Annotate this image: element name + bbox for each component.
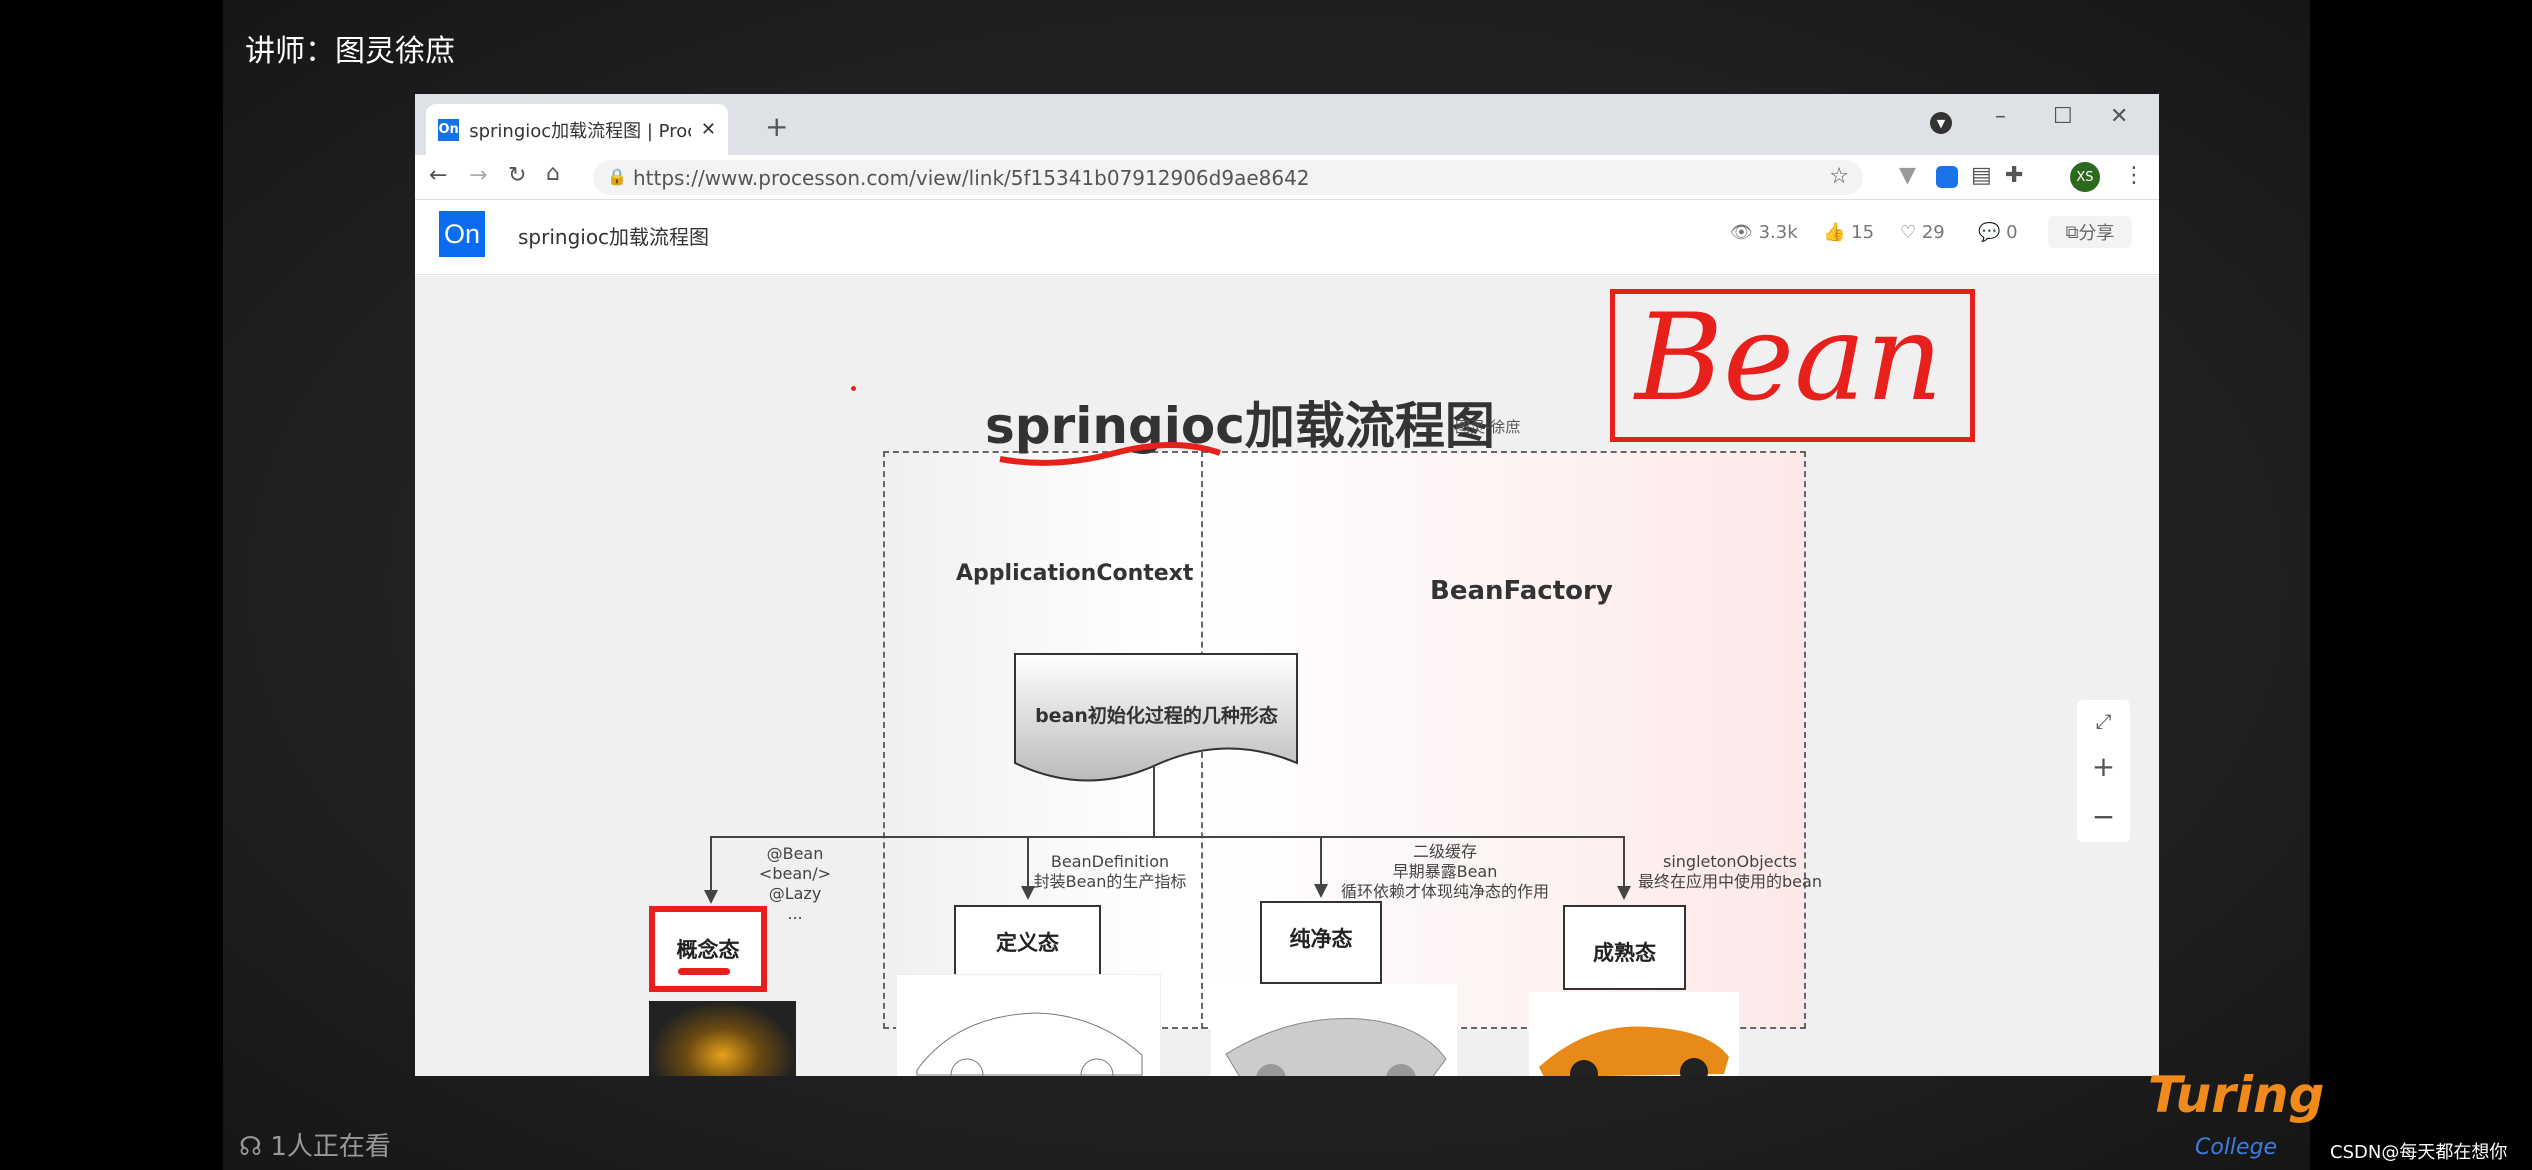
state-label: 纯净态: [1289, 927, 1353, 951]
note-line: 循环依赖才体现纯净态的作用: [1340, 882, 1549, 901]
arrow-icon: [704, 890, 718, 904]
mature-car-image: [1529, 992, 1739, 1076]
tab-bar: On springioc加载流程图 | ProcessOn ✕ + ▼ – ☐ …: [415, 94, 2159, 155]
note-line: 封装Bean的生产指标: [1033, 872, 1187, 891]
state-note-pure: 二级缓存 早期暴露Bean 循环依赖才体现纯净态的作用: [1315, 842, 1575, 902]
favicon: On: [438, 118, 460, 141]
csdn-watermark: CSDN@每天都在想你: [2330, 1142, 2508, 1163]
red-underline-annotation: [678, 968, 730, 975]
close-tab-icon[interactable]: ✕: [701, 119, 716, 140]
turing-logo: Turing: [2148, 1066, 2325, 1124]
browser-window: On springioc加载流程图 | ProcessOn ✕ + ▼ – ☐ …: [415, 94, 2159, 1076]
state-box-concept[interactable]: 概念态: [649, 906, 767, 992]
viewers-text: 1人正在看: [270, 1132, 391, 1162]
car-sketch-drawing: [916, 1012, 1143, 1076]
extension-doc-icon[interactable]: ▤: [1971, 163, 1992, 188]
bookmark-star-icon[interactable]: ☆: [1829, 164, 1849, 189]
address-bar-row: ← → ↻ ⌂ 🔒 https://www.processon.com/view…: [415, 155, 2159, 200]
root-node-label: bean初始化过程的几种形态: [1035, 705, 1278, 727]
url-input[interactable]: 🔒 https://www.processon.com/view/link/5f…: [593, 160, 1863, 195]
processon-logo[interactable]: On: [439, 211, 485, 257]
favorite-button[interactable]: ♡ 29: [1900, 222, 1945, 243]
car-chassis-image: [1211, 984, 1457, 1076]
connector: [710, 836, 1624, 838]
handwritten-text: Bean: [1635, 289, 1944, 428]
state-note-mature: singletonObjects 最终在应用中使用的bean: [1625, 852, 1835, 892]
views-value: 3.3k: [1758, 222, 1798, 243]
connector: [710, 836, 712, 892]
share-icon: ⧉: [2065, 221, 2079, 243]
viewer-count: ☊ 1人正在看: [239, 1126, 391, 1163]
handwritten-bean-annotation: Bean: [1610, 289, 1975, 442]
views-count: 👁 3.3k: [1730, 222, 1798, 243]
zoom-out-icon[interactable]: −: [2092, 800, 2115, 833]
url-text: https://www.processon.com/view/link/5f15…: [633, 165, 1310, 190]
note-line: BeanDefinition: [1050, 852, 1170, 871]
forward-icon[interactable]: →: [469, 163, 487, 188]
note-line: singletonObjects: [1662, 852, 1797, 871]
profile-menu-icon[interactable]: ▼: [1930, 112, 1952, 134]
note-line: <bean/>: [758, 864, 832, 883]
red-underline-annotation: [999, 442, 1222, 466]
chassis-drawing: [1225, 1017, 1447, 1076]
close-window-icon[interactable]: ✕: [2110, 104, 2128, 129]
note-line: 早期暴露Bean: [1392, 862, 1498, 881]
document-title: springioc加载流程图: [518, 225, 710, 249]
tab-active[interactable]: On springioc加载流程图 | ProcessOn ✕: [426, 104, 728, 155]
back-icon[interactable]: ←: [429, 163, 447, 188]
diagram-subtitle: 图灵-徐庶: [1455, 418, 1521, 436]
zoom-in-icon[interactable]: +: [2092, 750, 2115, 783]
state-label: 定义态: [996, 931, 1059, 955]
orange-car-drawing: [1539, 1026, 1729, 1076]
avatar[interactable]: XS: [2070, 162, 2100, 192]
lecturer-caption: 讲师：图灵徐庶: [245, 34, 455, 69]
zoom-controls: ⤢ + −: [2077, 700, 2130, 842]
tab-title: springioc加载流程图 | ProcessOn: [469, 120, 691, 142]
note-line: @Lazy: [768, 884, 822, 903]
concept-car-image: [649, 1001, 796, 1076]
maximize-icon[interactable]: ☐: [2053, 104, 2073, 129]
share-label: 分享: [2078, 223, 2115, 244]
new-tab-icon[interactable]: +: [765, 110, 788, 143]
home-icon[interactable]: ⌂: [546, 161, 560, 186]
state-label: 概念态: [676, 938, 740, 962]
state-label: 成熟态: [1593, 941, 1656, 965]
comment-button[interactable]: 💬 0: [1978, 222, 2018, 243]
note-line: 二级缓存: [1412, 842, 1477, 861]
favorites-value: 29: [1921, 222, 1945, 243]
like-button[interactable]: 👍 15: [1823, 222, 1874, 243]
reload-icon[interactable]: ↻: [508, 163, 526, 188]
bean-factory-label: BeanFactory: [1430, 576, 1613, 606]
state-note-definition: BeanDefinition 封装Bean的生产指标: [1025, 852, 1195, 892]
diagram-canvas: springioc加载流程图 图灵-徐庶 Bean ApplicationCon…: [415, 276, 2159, 1076]
red-dot-annotation: [851, 386, 856, 391]
note-line: @Bean: [766, 844, 824, 863]
car-sketch-image: [896, 974, 1161, 1076]
viewers-icon: ☊: [239, 1132, 271, 1162]
fit-screen-icon[interactable]: ⤢: [2096, 709, 2112, 733]
minimize-icon[interactable]: –: [1995, 104, 2006, 129]
state-box-pure[interactable]: 纯净态: [1260, 901, 1382, 984]
extensions-puzzle-icon[interactable]: ✚: [2005, 163, 2023, 188]
comments-value: 0: [2006, 222, 2018, 243]
extension-blue-icon[interactable]: [1936, 166, 1958, 188]
extension-v-icon[interactable]: ▼: [1899, 163, 1916, 188]
menu-dots-icon[interactable]: ⋮: [2123, 163, 2145, 188]
note-line: 最终在应用中使用的bean: [1638, 872, 1822, 891]
likes-value: 15: [1851, 222, 1875, 243]
application-context-label: ApplicationContext: [956, 561, 1194, 586]
connector: [1153, 766, 1155, 838]
turing-logo-sub: College: [2195, 1135, 2278, 1160]
lock-icon: 🔒: [607, 167, 627, 186]
state-box-mature[interactable]: 成熟态: [1563, 905, 1686, 990]
share-button[interactable]: ⧉ 分享: [2048, 216, 2132, 248]
